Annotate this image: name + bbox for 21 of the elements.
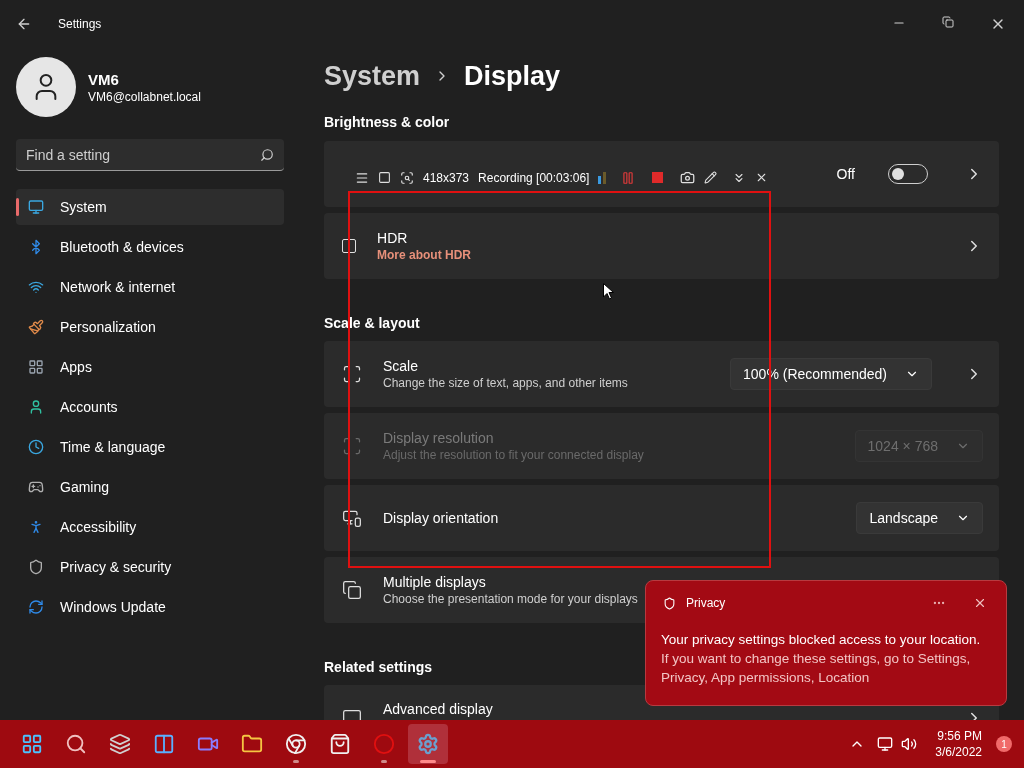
setting-title: Advanced display — [383, 700, 493, 718]
toast-app-name: Privacy — [686, 595, 726, 612]
window-title: Settings — [58, 16, 102, 33]
setting-description: Change the size of text, apps, and other items — [383, 375, 628, 391]
setting-title: Scale — [383, 357, 419, 375]
setting-title: HDR — [377, 229, 408, 247]
account-name: VM6 — [88, 69, 120, 89]
page-title: Display — [464, 59, 561, 93]
setting-title: Display orientation — [383, 509, 499, 527]
capture-size: 418x373 — [423, 169, 470, 187]
setting-description: Choose the presentation mode for your displays — [383, 591, 638, 607]
toggle-state-label: Off — [836, 164, 855, 184]
account-email: VM6@collabnet.local — [88, 88, 201, 105]
setting-title: Multiple displays — [383, 573, 486, 591]
section-heading: Related settings — [324, 658, 433, 676]
toast-heading: Your privacy settings blocked access to your location. — [661, 631, 982, 649]
recording-status: Recording [00:03:06] — [478, 169, 590, 187]
setting-title: Display resolution — [383, 429, 494, 447]
setting-description: Adjust the resolution to fit your connected display — [383, 447, 644, 463]
toast-body: If you want to change these settings, go to Settings, Privacy, App permissions, Location — [661, 650, 972, 687]
section-heading: Brightness & color — [324, 113, 450, 131]
